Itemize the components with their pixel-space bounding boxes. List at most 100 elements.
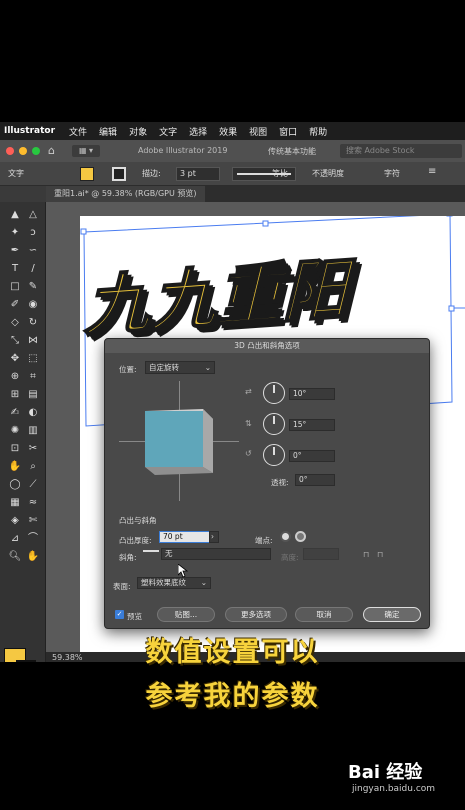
menu-window[interactable]: 窗口 (273, 125, 303, 138)
window-title: Adobe Illustrator 2019 (138, 146, 228, 155)
y-rotation-dial[interactable] (263, 413, 285, 435)
lasso-tool-icon[interactable]: ↄ (26, 226, 40, 240)
menu-object[interactable]: 对象 (123, 125, 153, 138)
close-window-button[interactable] (6, 147, 14, 155)
paintbrush-tool-icon[interactable]: ✎ (26, 280, 40, 294)
cap-off-button[interactable] (295, 531, 306, 542)
rotate-tool-icon[interactable]: ↻ (26, 316, 40, 330)
more-options-button[interactable]: 更多选项 (225, 607, 287, 622)
maximize-window-button[interactable] (32, 147, 40, 155)
minimize-window-button[interactable] (19, 147, 27, 155)
shape-builder-tool-icon[interactable]: ⊕ (8, 370, 22, 384)
menu-view[interactable]: 视图 (243, 125, 273, 138)
chart-tool-icon[interactable]: ▦ (8, 496, 22, 510)
cap-on-button[interactable] (280, 531, 291, 542)
blob-brush-tool-icon[interactable]: ◉ (26, 298, 40, 312)
depth-slider-toggle[interactable]: › (209, 531, 219, 543)
eyedropper-tool-icon[interactable]: ✍ (8, 406, 22, 420)
x-rotation-field[interactable]: 10° (289, 388, 335, 400)
blend-tool-icon[interactable]: ◐ (26, 406, 40, 420)
direct-selection-tool-icon[interactable]: △ (26, 208, 40, 222)
ok-button[interactable]: 确定 (363, 607, 421, 622)
curvature-tool-icon[interactable]: ∽ (26, 244, 40, 258)
map-button[interactable]: 贴图... (157, 607, 215, 622)
character-label[interactable]: 字符 (384, 168, 400, 179)
arrange-documents-icon[interactable]: ▦ ▾ (72, 145, 100, 157)
gradient-tool-icon[interactable]: ▤ (26, 388, 40, 402)
scale-tool-icon[interactable]: ⤡ (8, 334, 22, 348)
position-select[interactable]: 自定旋转 ⌄ (145, 361, 215, 374)
menu-edit[interactable]: 编辑 (93, 125, 123, 138)
stroke-swatch[interactable] (112, 167, 126, 181)
artboard-tool-icon[interactable]: ⊡ (8, 442, 22, 456)
preview-cube[interactable] (119, 381, 239, 501)
document-tab[interactable]: 重阳1.ai* @ 59.38% (RGB/GPU 预览) (46, 186, 205, 202)
workspace-switcher[interactable]: 传统基本功能 (268, 146, 316, 157)
puppet-warp-tool-icon[interactable]: ✥ (8, 352, 22, 366)
scissors-tool-icon[interactable]: ✄ (26, 514, 40, 528)
preview-checkbox[interactable]: ✓ (115, 610, 124, 619)
position-value: 自定旋转 (149, 363, 179, 372)
extrude-depth-field[interactable]: 70 pt (159, 531, 211, 543)
pen-tool-icon[interactable]: ✒ (8, 244, 22, 258)
bevel-select[interactable]: 无 (161, 548, 271, 560)
pan-tool-icon[interactable]: ✋ (26, 550, 40, 564)
z-rotation-field[interactable]: 0° (289, 450, 335, 462)
menu-help[interactable]: 帮助 (303, 125, 333, 138)
more-controls-icon[interactable]: ≡ (428, 166, 436, 177)
ruler-tool-icon[interactable]: ⊿ (8, 532, 22, 546)
line-tool-icon[interactable]: / (26, 262, 40, 276)
control-bar: 文字 描边: 3 pt 等比 不透明度 字符 ≡ (0, 162, 465, 186)
width-tool-icon[interactable]: ⋈ (26, 334, 40, 348)
warp-tool-icon[interactable]: ≈ (26, 496, 40, 510)
stroke-weight-field[interactable]: 3 pt (176, 167, 220, 181)
y-rotation-field[interactable]: 15° (289, 419, 335, 431)
fill-swatch[interactable] (80, 167, 94, 181)
zoom-tool-icon[interactable]: ⌕ (26, 460, 40, 474)
selection-handle[interactable] (80, 228, 87, 235)
x-rotation-dial[interactable] (263, 382, 285, 404)
symbol-sprayer-tool-icon[interactable]: ✺ (8, 424, 22, 438)
selection-tool-icon[interactable]: ▲ (8, 208, 22, 222)
bevel-out-icon: ⊓ (363, 550, 370, 559)
stroke-profile-label: 等比 (272, 169, 288, 178)
cancel-button[interactable]: 取消 (295, 607, 353, 622)
slice-tool-icon[interactable]: ✂ (26, 442, 40, 456)
menu-select[interactable]: 选择 (183, 125, 213, 138)
perspective-field[interactable]: 0° (295, 474, 335, 486)
surface-select[interactable]: 塑料效果底纹 ⌄ (137, 577, 211, 589)
menu-bar: Illustrator 文件 编辑 对象 文字 选择 效果 视图 窗口 帮助 (0, 122, 465, 140)
rotation-preview[interactable] (119, 381, 239, 501)
bevel-shape-icon (143, 550, 159, 558)
column-graph-tool-icon[interactable]: ▥ (26, 424, 40, 438)
stock-search-input[interactable]: 搜索 Adobe Stock (340, 144, 462, 158)
subtitle-line-2: 参考我的参数 (145, 681, 320, 712)
shape-tool-icon[interactable]: ◯ (8, 478, 22, 492)
selection-handle[interactable] (262, 220, 269, 227)
magic-wand-tool-icon[interactable]: ✦ (8, 226, 22, 240)
smooth-tool-icon[interactable]: ⌒ (26, 532, 40, 546)
eraser-tool-icon[interactable]: ◇ (8, 316, 22, 330)
knife-tool-icon[interactable]: ⟋ (26, 478, 40, 492)
height-label: 高度: (281, 553, 299, 562)
zoom-magnifier-icon[interactable]: 🔍︎ (8, 550, 22, 564)
mesh-tool-icon[interactable]: ⊞ (8, 388, 22, 402)
type-tool-icon[interactable]: T (8, 262, 22, 276)
free-transform-tool-icon[interactable]: ⬚ (26, 352, 40, 366)
bevel-in-icon: ⊓ (377, 550, 384, 559)
z-rotation-dial[interactable] (263, 444, 285, 466)
hand-tool-icon[interactable]: ✋ (8, 460, 22, 474)
menu-file[interactable]: 文件 (63, 125, 93, 138)
surface-label: 表面: (113, 582, 131, 591)
home-icon[interactable]: ⌂ (48, 144, 62, 158)
paint-bucket-tool-icon[interactable]: ◈ (8, 514, 22, 528)
menu-effect[interactable]: 效果 (213, 125, 243, 138)
selection-handle[interactable] (448, 305, 455, 312)
cube-side-face (203, 409, 213, 473)
opacity-label[interactable]: 不透明度 (312, 168, 344, 179)
shaper-tool-icon[interactable]: ✐ (8, 298, 22, 312)
perspective-grid-tool-icon[interactable]: ⌗ (26, 370, 40, 384)
rectangle-tool-icon[interactable]: □ (8, 280, 22, 294)
app-name: Illustrator (4, 126, 56, 136)
menu-type[interactable]: 文字 (153, 125, 183, 138)
